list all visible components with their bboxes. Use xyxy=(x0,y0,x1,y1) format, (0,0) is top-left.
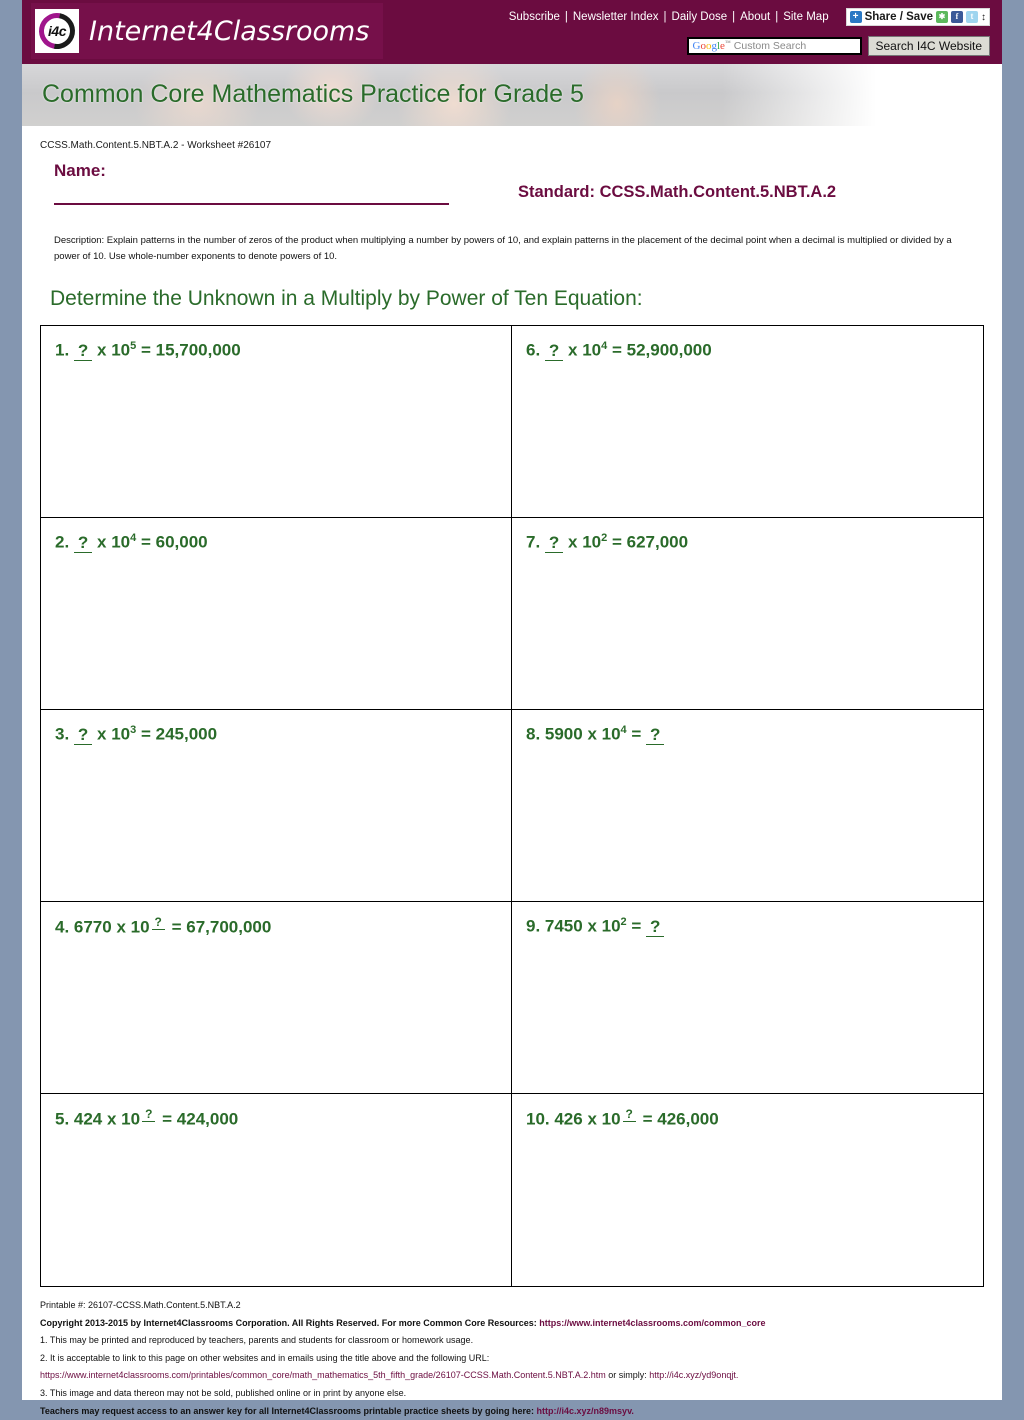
problem-5-expression: 5. 424 x 10? = 424,000 xyxy=(55,1107,239,1129)
table-row: 5. 424 x 10? = 424,000 10. 426 x 10? = 4… xyxy=(41,1094,983,1287)
share-twitter-icon[interactable]: t xyxy=(966,11,978,23)
google-logo-icon: Google™ xyxy=(692,40,731,52)
unknown-blank[interactable]: ? xyxy=(73,340,93,361)
table-row: 4. 6770 x 10? = 67,700,000 9. 7450 x 102… xyxy=(41,902,983,1095)
worksheet-id: CCSS.Math.Content.5.NBT.A.2 - Worksheet … xyxy=(40,140,272,151)
footer-line-2: 2. It is acceptable to link to this page… xyxy=(40,1352,490,1363)
site-header: i4c Internet4Classrooms Subscribe | Newsl… xyxy=(22,0,1002,64)
problem-cell-6[interactable]: 6. ? x 104 = 52,900,000 xyxy=(512,326,983,519)
problem-cell-9[interactable]: 9. 7450 x 102 = ? xyxy=(512,902,983,1095)
banner-photo: Common Core Mathematics Practice for Gra… xyxy=(22,64,1002,136)
standard-label: Standard: CCSS.Math.Content.5.NBT.A.2 xyxy=(518,183,837,201)
footer-short-url[interactable]: http://i4c.xyz/yd9onqjt. xyxy=(649,1370,738,1380)
exponent: 3 xyxy=(130,724,137,737)
share-plus-icon: + xyxy=(849,11,862,23)
table-row: 1. ? x 105 = 15,700,000 6. ? x 104 = 52,… xyxy=(41,326,983,519)
site-name: Internet4Classrooms xyxy=(89,15,370,47)
exponent: 4 xyxy=(601,340,608,353)
search-submit-button[interactable]: Search I4C Website xyxy=(867,36,990,56)
site-logo[interactable]: i4c Internet4Classrooms xyxy=(31,3,384,59)
problem-cell-10[interactable]: 10. 426 x 10? = 426,000 xyxy=(512,1094,983,1286)
footer-line-3: 3. This image and data thereon may not b… xyxy=(40,1388,407,1399)
footer-printable-id: Printable #: 26107-CCSS.Math.Content.5.N… xyxy=(40,1300,241,1311)
name-label: Name: xyxy=(54,161,106,180)
share-expand-icon[interactable]: ↕ xyxy=(981,12,986,23)
share-save-label: Share / Save xyxy=(864,11,933,23)
problem-3-expression: 3. ? x 103 = 245,000 xyxy=(55,724,218,745)
problem-4-expression: 4. 6770 x 10? = 67,700,000 xyxy=(55,915,272,937)
problem-cell-5[interactable]: 5. 424 x 10? = 424,000 xyxy=(41,1094,512,1287)
problem-cell-7[interactable]: 7. ? x 102 = 627,000 xyxy=(512,518,983,711)
problem-10-expression: 10. 426 x 10? = 426,000 xyxy=(526,1107,719,1129)
footer-long-url[interactable]: https://www.internet4classrooms.com/prin… xyxy=(40,1370,606,1380)
problem-cell-8[interactable]: 8. 5900 x 104 = ? xyxy=(512,710,983,903)
table-row: 2. ? x 104 = 60,000 7. ? x 102 = 627,000 xyxy=(41,518,983,711)
exponent: 5 xyxy=(130,340,137,353)
unknown-blank[interactable]: ? xyxy=(73,724,93,745)
exponent: 4 xyxy=(130,532,137,545)
unknown-blank[interactable]: ? xyxy=(646,916,665,937)
footer-commoncore-link[interactable]: https://www.internet4classrooms.com/comm… xyxy=(539,1318,765,1328)
nav-daily-dose[interactable]: Daily Dose xyxy=(667,11,733,23)
footer-answer-key-link[interactable]: http://i4c.xyz/n89msyv. xyxy=(537,1406,634,1416)
nav-subscribe[interactable]: Subscribe xyxy=(504,11,565,23)
footer-url-mid: or simply: xyxy=(605,1370,650,1381)
footer-copyright: Copyright 2013-2015 by Internet4Classroo… xyxy=(40,1315,984,1333)
exponent: 2 xyxy=(601,532,608,545)
footer-line-1: 1. This may be printed and reproduced by… xyxy=(40,1335,474,1346)
instruction-heading: Determine the Unknown in a Multiply by P… xyxy=(50,287,643,311)
unknown-exponent-blank[interactable]: ? xyxy=(151,915,165,931)
i4c-logo-text: i4c xyxy=(48,23,66,39)
unknown-blank[interactable]: ? xyxy=(544,340,564,361)
footer-url-row: https://www.internet4classrooms.com/prin… xyxy=(40,1367,984,1385)
identity-row: Name: Standard: CCSS.Math.Content.5.NBT.… xyxy=(22,159,1002,227)
footer: Printable #: 26107-CCSS.Math.Content.5.N… xyxy=(40,1297,984,1420)
worksheet-page: i4c Internet4Classrooms Subscribe | Newsl… xyxy=(22,0,1002,1416)
share-facebook-icon[interactable]: f xyxy=(951,11,963,23)
problem-cell-3[interactable]: 3. ? x 103 = 245,000 xyxy=(41,710,512,903)
i4c-logo-icon: i4c xyxy=(31,5,83,57)
problem-6-expression: 6. ? x 104 = 52,900,000 xyxy=(526,340,712,361)
share-save-widget[interactable]: + Share / Save ✱ f t ↕ xyxy=(845,8,990,26)
problem-9-expression: 9. 7450 x 102 = ? xyxy=(526,916,983,937)
page-title: Common Core Mathematics Practice for Gra… xyxy=(42,80,584,108)
search-input[interactable]: Google™ Custom Search xyxy=(686,37,862,55)
standard-description: Description: Explain patterns in the num… xyxy=(54,235,952,263)
search-area: Google™ Custom Search Search I4C Website xyxy=(686,36,990,56)
footer-copyright-text: Copyright 2013-2015 by Internet4Classroo… xyxy=(40,1317,540,1328)
nav-about[interactable]: About xyxy=(735,11,775,23)
share-addthis-icon[interactable]: ✱ xyxy=(936,11,948,23)
problem-2-expression: 2. ? x 104 = 60,000 xyxy=(55,532,208,553)
footer-answer-key-text: Teachers may request access to an answer… xyxy=(40,1405,537,1416)
problem-1-expression: 1. ? x 105 = 15,700,000 xyxy=(55,340,241,361)
unknown-blank[interactable]: ? xyxy=(646,724,665,745)
unknown-exponent-blank[interactable]: ? xyxy=(622,1107,636,1123)
exponent: 2 xyxy=(620,916,627,929)
footer-answer-key-row: Teachers may request access to an answer… xyxy=(40,1403,984,1420)
name-input-line[interactable] xyxy=(54,203,449,205)
unknown-blank[interactable]: ? xyxy=(544,532,564,553)
problem-cell-1[interactable]: 1. ? x 105 = 15,700,000 xyxy=(41,326,512,519)
problem-8-expression: 8. 5900 x 104 = ? xyxy=(526,724,983,745)
problem-cell-2[interactable]: 2. ? x 104 = 60,000 xyxy=(41,518,512,711)
table-row: 3. ? x 103 = 245,000 8. 5900 x 104 = ? xyxy=(41,710,983,903)
search-placeholder: Custom Search xyxy=(733,40,807,52)
top-navigation: Subscribe | Newsletter Index | Daily Dose |… xyxy=(504,0,990,34)
nav-newsletter-index[interactable]: Newsletter Index xyxy=(568,11,664,23)
banner-fade xyxy=(722,64,1002,136)
problem-cell-4[interactable]: 4. 6770 x 10? = 67,700,000 xyxy=(41,902,512,1095)
exponent: 4 xyxy=(620,724,627,737)
nav-site-map[interactable]: Site Map xyxy=(778,11,833,23)
unknown-exponent-blank[interactable]: ? xyxy=(142,1107,156,1123)
problem-7-expression: 7. ? x 102 = 627,000 xyxy=(526,532,689,553)
problem-grid: 1. ? x 105 = 15,700,000 6. ? x 104 = 52,… xyxy=(40,325,984,1288)
unknown-blank[interactable]: ? xyxy=(73,532,93,553)
